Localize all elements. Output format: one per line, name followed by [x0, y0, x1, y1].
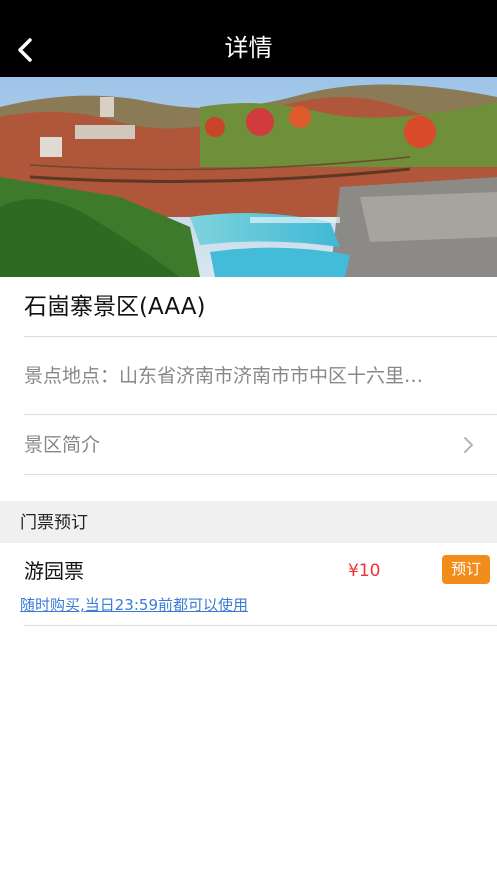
ticket-item: 游园票 ¥10 预订 随时购买,当日23:59前都可以使用 [0, 543, 497, 626]
scenic-location-row: 景点地点：山东省济南市济南市市中区十六里… [24, 337, 497, 415]
ticket-price: ¥10 [348, 561, 381, 581]
divider [24, 625, 497, 626]
ticket-section-title: 门票预订 [20, 513, 88, 533]
chevron-right-icon [464, 437, 473, 453]
ticket-name: 游园票 [24, 559, 84, 583]
scenic-name: 石崮寨景区(AAA) [24, 294, 206, 320]
ticket-section-header: 门票预订 [0, 501, 497, 543]
navigation-bar: 详情 [0, 0, 497, 77]
scenic-hero-image [0, 77, 497, 277]
book-button[interactable]: 预订 [442, 555, 490, 584]
scenic-intro-label: 景区简介 [24, 434, 101, 456]
scenic-name-row: 石崮寨景区(AAA) [24, 277, 497, 337]
scenic-location: 景点地点：山东省济南市济南市市中区十六里… [24, 365, 424, 387]
scenic-intro-row[interactable]: 景区简介 [24, 415, 497, 475]
ticket-usage-note-link[interactable]: 随时购买,当日23:59前都可以使用 [20, 594, 248, 616]
page-title: 详情 [224, 34, 273, 62]
